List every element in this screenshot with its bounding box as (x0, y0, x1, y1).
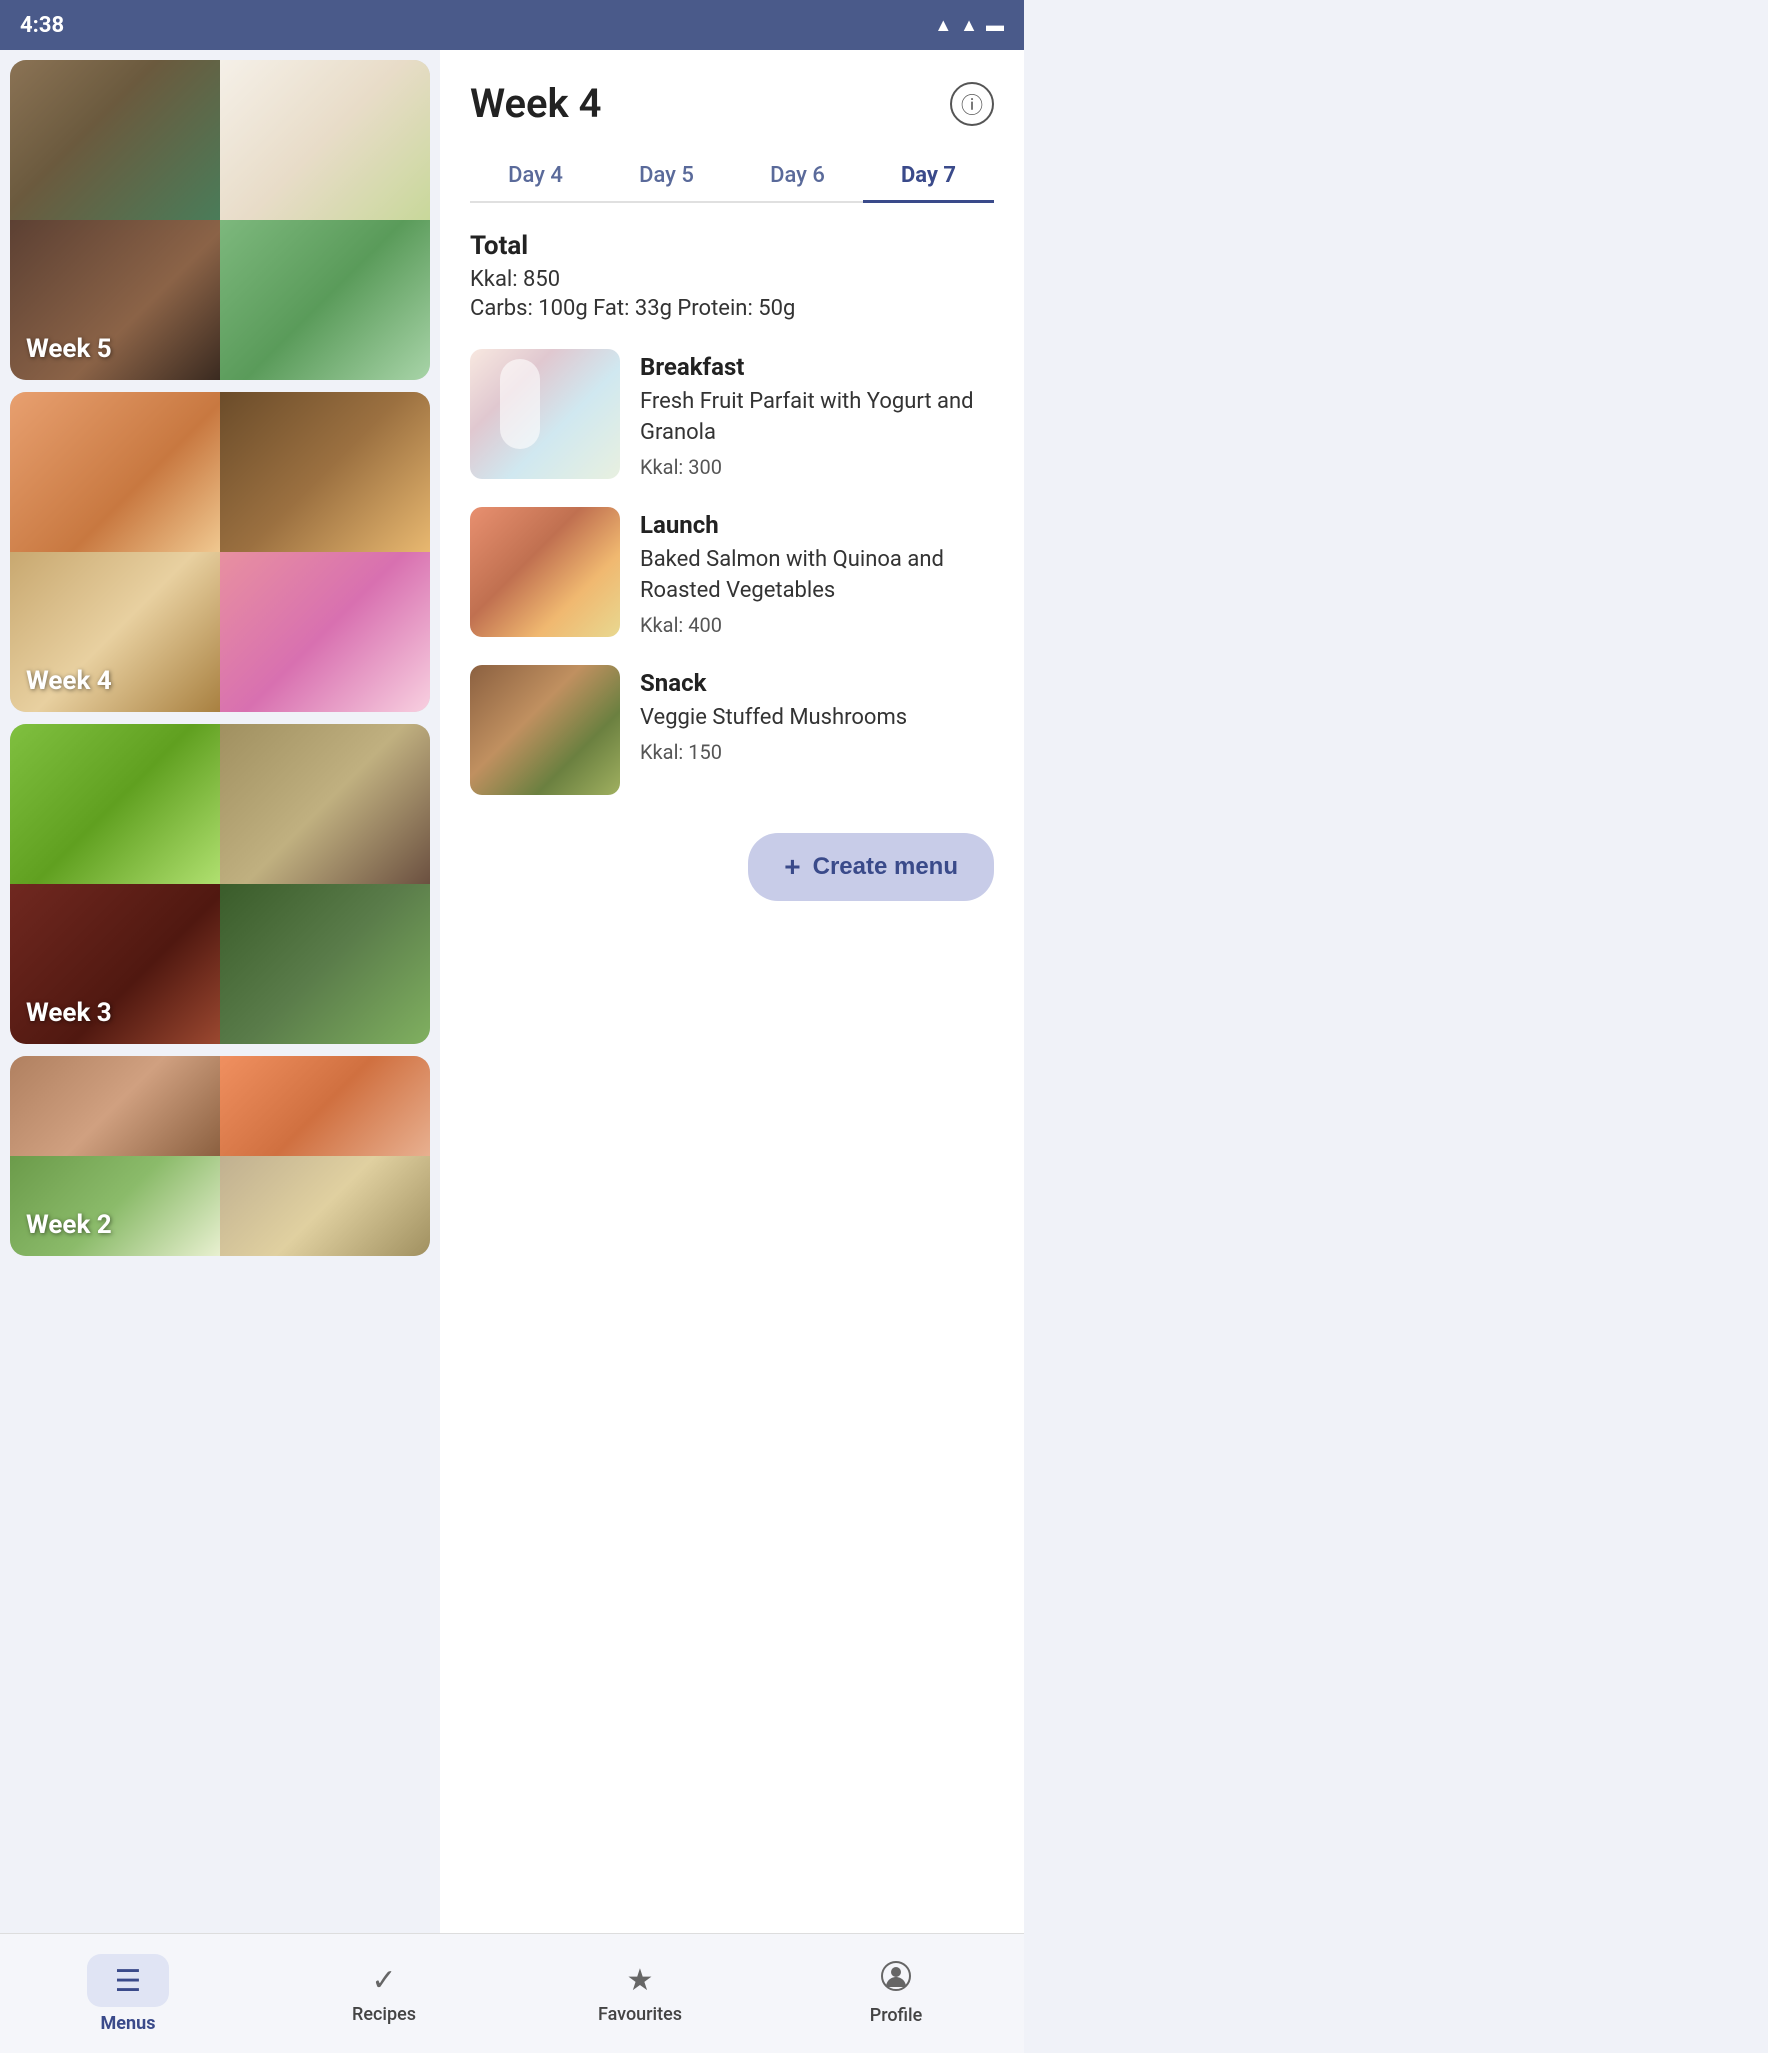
menus-label: Menus (101, 2013, 156, 2034)
meal-type-breakfast: Breakfast (640, 353, 994, 381)
week-title: Week 4 (470, 80, 601, 127)
info-icon-button[interactable]: ⓘ (950, 82, 994, 126)
bottom-nav: ☰ Menus ✓ Recipes ★ Favourites Profile (0, 1933, 1024, 2053)
meal-img-breakfast (470, 349, 620, 479)
main-container: Week 5 Week 4 Week 3 (0, 50, 1024, 1933)
signal-icon: ▲ (960, 15, 978, 36)
tab-day5[interactable]: Day 5 (601, 151, 732, 203)
totals-kkal: Kkal: 850 (470, 267, 994, 292)
week4-label: Week 4 (26, 666, 112, 696)
meal-info-breakfast: Breakfast Fresh Fruit Parfait with Yogur… (640, 349, 994, 479)
week2-img-4 (220, 1156, 430, 1256)
meal-kkal-snack: Kkal: 150 (640, 740, 994, 764)
totals-macros: Carbs: 100g Fat: 33g Protein: 50g (470, 296, 994, 321)
plus-icon: + (784, 851, 800, 883)
week5-label: Week 5 (26, 334, 112, 364)
meal-name-snack: Veggie Stuffed Mushrooms (640, 703, 994, 734)
profile-icon (881, 1961, 911, 1999)
week3-label: Week 3 (26, 998, 112, 1028)
week4-img-1 (10, 392, 220, 552)
meal-name-breakfast: Fresh Fruit Parfait with Yogurt and Gran… (640, 387, 994, 449)
week4-img-2 (220, 392, 430, 552)
tab-day6[interactable]: Day 6 (732, 151, 863, 203)
week5-img-4 (220, 220, 430, 380)
week2-img-1 (10, 1056, 220, 1156)
status-time: 4:38 (20, 13, 64, 38)
meal-item-snack[interactable]: Snack Veggie Stuffed Mushrooms Kkal: 150 (470, 665, 994, 795)
week5-img-1 (10, 60, 220, 220)
nav-profile[interactable]: Profile (768, 1961, 1024, 2026)
favourites-icon: ★ (627, 1963, 654, 1998)
create-menu-label: Create menu (813, 853, 958, 881)
week5-img-2 (220, 60, 430, 220)
week-card-3[interactable]: Week 3 (10, 724, 430, 1044)
week3-img-2 (220, 724, 430, 884)
nav-favourites[interactable]: ★ Favourites (512, 1963, 768, 2025)
meal-img-launch (470, 507, 620, 637)
menus-icon: ☰ (115, 1964, 142, 1999)
meal-name-launch: Baked Salmon with Quinoa and Roasted Veg… (640, 545, 994, 607)
meal-kkal-breakfast: Kkal: 300 (640, 455, 994, 479)
week2-img-2 (220, 1056, 430, 1156)
right-panel: Week 4 ⓘ Day 4 Day 5 Day 6 Day 7 Total K… (440, 50, 1024, 1933)
week2-label: Week 2 (26, 1210, 112, 1240)
meal-img-snack (470, 665, 620, 795)
meal-info-snack: Snack Veggie Stuffed Mushrooms Kkal: 150 (640, 665, 994, 764)
week4-img-4 (220, 552, 430, 712)
meal-kkal-launch: Kkal: 400 (640, 613, 994, 637)
meal-type-launch: Launch (640, 511, 994, 539)
status-icons: ▲ ▲ ▬ (934, 15, 1004, 36)
day-tabs: Day 4 Day 5 Day 6 Day 7 (470, 151, 994, 203)
meal-item-launch[interactable]: Launch Baked Salmon with Quinoa and Roas… (470, 507, 994, 637)
week-card-2[interactable]: Week 2 (10, 1056, 430, 1256)
nav-menus[interactable]: ☰ Menus (0, 1954, 256, 2034)
favourites-label: Favourites (598, 2004, 682, 2025)
create-menu-button[interactable]: + Create menu (748, 833, 994, 901)
battery-icon: ▬ (986, 15, 1004, 36)
status-bar: 4:38 ▲ ▲ ▬ (0, 0, 1024, 50)
nav-recipes[interactable]: ✓ Recipes (256, 1963, 512, 2025)
week-header: Week 4 ⓘ (470, 80, 994, 127)
totals-section: Total Kkal: 850 Carbs: 100g Fat: 33g Pro… (470, 231, 994, 321)
tab-day4[interactable]: Day 4 (470, 151, 601, 203)
meal-item-breakfast[interactable]: Breakfast Fresh Fruit Parfait with Yogur… (470, 349, 994, 479)
week-card-4[interactable]: Week 4 (10, 392, 430, 712)
week-card-5[interactable]: Week 5 (10, 60, 430, 380)
week2-img-3 (10, 1156, 220, 1256)
week3-img-1 (10, 724, 220, 884)
meal-info-launch: Launch Baked Salmon with Quinoa and Roas… (640, 507, 994, 637)
left-panel: Week 5 Week 4 Week 3 (0, 50, 440, 1933)
tab-day7[interactable]: Day 7 (863, 151, 994, 203)
recipes-label: Recipes (352, 2004, 416, 2025)
totals-title: Total (470, 231, 994, 261)
profile-label: Profile (870, 2005, 923, 2026)
wifi-icon: ▲ (934, 15, 952, 36)
recipes-icon: ✓ (371, 1963, 396, 1998)
week3-img-4 (220, 884, 430, 1044)
meal-type-snack: Snack (640, 669, 994, 697)
